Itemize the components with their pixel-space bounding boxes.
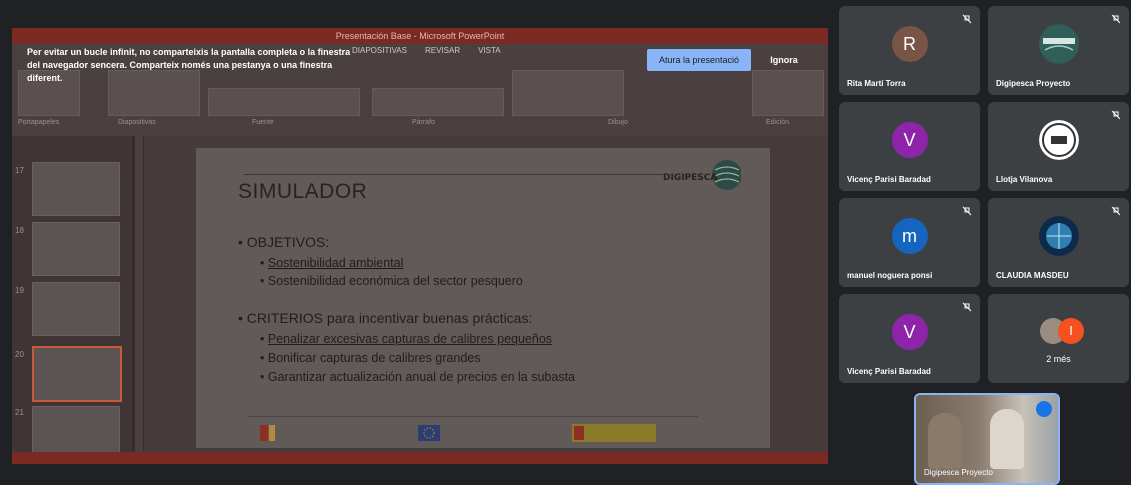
slide-thumbnails-panel: 17 18 19 20 21: [12, 136, 132, 460]
participant-name: Llotja Vilanova: [996, 175, 1053, 184]
self-view-name: Digipesca Proyecto: [924, 468, 993, 477]
participant-tile[interactable]: Digipesca Proyecto: [988, 6, 1129, 95]
shared-screen: Presentación Base - Microsoft PowerPoint…: [12, 28, 828, 464]
participant-name: Digipesca Proyecto: [996, 79, 1071, 88]
group-label: Párrafo: [412, 119, 435, 126]
ribbon-tab[interactable]: VISTA: [478, 46, 501, 55]
slide-thumbnail[interactable]: [32, 162, 120, 216]
participant-tile[interactable]: R Rita Martí Torra: [839, 6, 980, 95]
mic-off-icon: [1111, 110, 1121, 120]
avatar: m: [891, 218, 928, 254]
group-label: Fuente: [252, 119, 274, 126]
font-group-box: [208, 88, 360, 116]
participant-tile[interactable]: V Vicenç Parisi Baradad: [839, 102, 980, 191]
more-participants-count: 2 més: [1046, 354, 1071, 364]
group-label: Dibujo: [608, 119, 628, 126]
participant-tile[interactable]: Llotja Vilanova: [988, 102, 1129, 191]
participant-name: Rita Martí Torra: [847, 79, 906, 88]
digipesca-logo-icon: DIGIPESCA: [663, 160, 741, 190]
avatar: I: [1058, 318, 1084, 344]
audio-level-icon: [1036, 401, 1052, 417]
thumb-number: 19: [15, 286, 24, 295]
current-slide[interactable]: SIMULADOR DIGIPESCA • OBJETIVOS: • Soste…: [196, 148, 770, 448]
footer-rule: [248, 416, 698, 417]
stop-presenting-button[interactable]: Atura la presentació: [647, 49, 751, 71]
powerpoint-title-bar: Presentación Base - Microsoft PowerPoint: [12, 28, 828, 44]
mic-off-icon: [962, 302, 972, 312]
spain-government-icon: [572, 424, 656, 442]
avatar: V: [891, 122, 928, 158]
slide-title: SIMULADOR: [238, 180, 368, 203]
group-label: Diapositivas: [118, 119, 156, 126]
llotja-logo-icon: [1038, 120, 1079, 160]
thumb-number: 17: [15, 166, 24, 175]
bullet-heading: • CRITERIOS para incentivar buenas práct…: [238, 310, 533, 326]
participant-tile[interactable]: V Vicenç Parisi Baradad: [839, 294, 980, 383]
globe-logo-icon: [1038, 216, 1079, 256]
self-view-video[interactable]: Digipesca Proyecto: [914, 393, 1060, 485]
thumbnails-scrollbar[interactable]: [135, 136, 143, 452]
ignore-button[interactable]: Ignora: [762, 49, 806, 71]
ribbon-tab[interactable]: REVISAR: [425, 46, 460, 55]
slide-thumbnail-selected[interactable]: [32, 346, 122, 402]
mic-off-icon: [962, 206, 972, 216]
mic-off-icon: [962, 14, 972, 24]
spain-government-logo: [572, 424, 656, 442]
slide-thumbnail[interactable]: [32, 282, 120, 336]
participant-name: Vicenç Parisi Baradad: [847, 367, 931, 376]
eu-funding-logo: [418, 424, 528, 442]
logo-text: DIGIPESCA: [663, 173, 717, 183]
mic-off-icon: [1111, 206, 1121, 216]
person-silhouette: [990, 409, 1024, 469]
bullet-item: • Garantizar actualización anual de prec…: [260, 370, 575, 384]
drawing-group-box: [512, 70, 624, 116]
thumb-number: 21: [15, 408, 24, 417]
edit-group-box: [752, 70, 824, 116]
group-label: Edición: [766, 119, 789, 126]
share-warning-message: Per evitar un bucle infinit, no comparte…: [27, 47, 351, 83]
more-participants-tile[interactable]: I 2 més: [988, 294, 1129, 383]
bullet-item: • Sostenibilidad ambiental: [260, 256, 404, 270]
person-silhouette: [928, 413, 962, 469]
slide-canvas: SIMULADOR DIGIPESCA • OBJETIVOS: • Soste…: [144, 136, 828, 452]
participant-name: Vicenç Parisi Baradad: [847, 175, 931, 184]
powerpoint-status-bar: [12, 452, 828, 464]
bullet-heading: • OBJETIVOS:: [238, 234, 330, 250]
recovery-plan-icon: [260, 425, 275, 441]
thumb-number: 18: [15, 226, 24, 235]
participant-tile[interactable]: CLAUDIA MASDEU: [988, 198, 1129, 287]
thumb-number: 20: [15, 350, 24, 359]
group-label: Portapapeles: [18, 119, 60, 126]
title-rule: [244, 174, 664, 175]
participant-name: CLAUDIA MASDEU: [996, 271, 1069, 280]
bullet-item: • Penalizar excesivas capturas de calibr…: [260, 332, 553, 346]
meeting-stage: Presentación Base - Microsoft PowerPoint…: [0, 0, 1131, 485]
participant-tile[interactable]: m manuel noguera ponsi: [839, 198, 980, 287]
paragraph-group-box: [372, 88, 504, 116]
eu-flag-icon: [418, 425, 440, 441]
avatar: V: [891, 314, 928, 350]
mic-off-icon: [1111, 14, 1121, 24]
bullet-item: • Bonificar capturas de calibres grandes: [260, 351, 481, 365]
avatar: R: [891, 26, 928, 62]
digipesca-logo-icon: [1038, 24, 1079, 64]
bullet-item: • Sostenibilidad económica del sector pe…: [260, 274, 523, 288]
participant-name: manuel noguera ponsi: [847, 271, 933, 280]
recovery-plan-logo: [260, 424, 370, 442]
ribbon-tab[interactable]: DIAPOSITIVAS: [352, 46, 407, 55]
slide-thumbnail[interactable]: [32, 222, 120, 276]
